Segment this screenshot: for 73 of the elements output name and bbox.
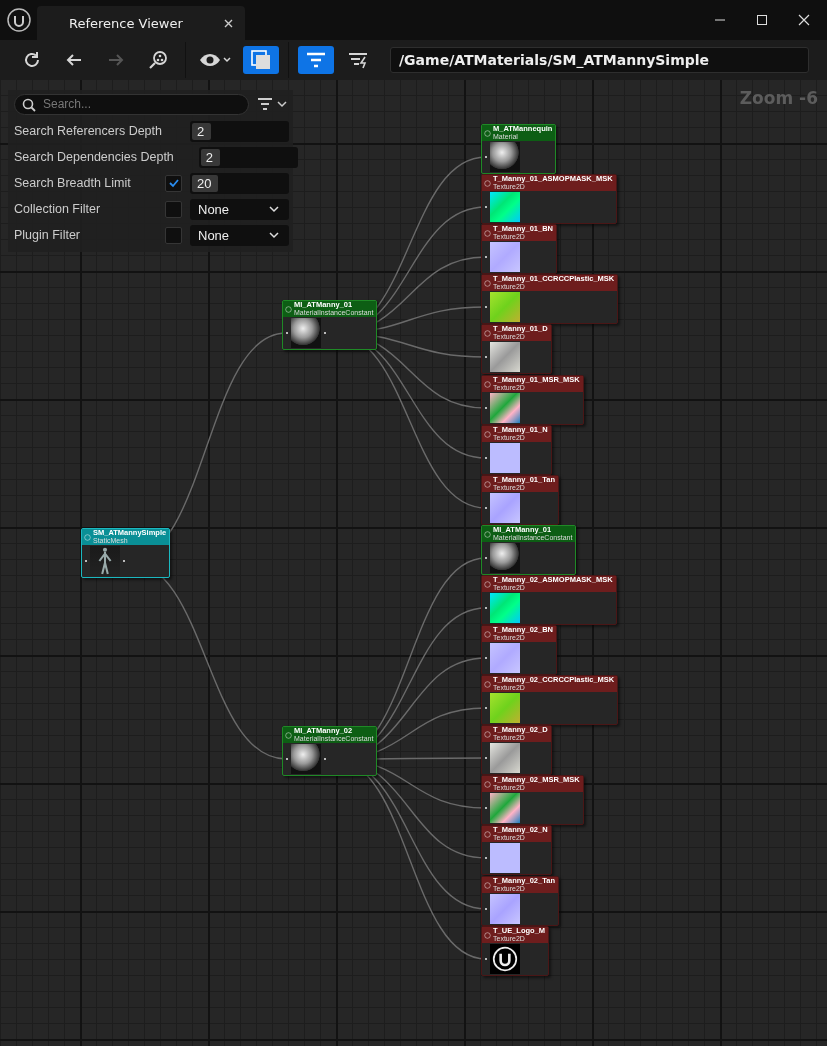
asset-type-icon (484, 329, 491, 337)
filter-icon[interactable] (257, 97, 289, 111)
asset-type-icon (285, 731, 292, 739)
texture-thumbnail (490, 443, 520, 473)
path-field[interactable]: /Game/ATMaterials/SM_ATMannySimple (390, 47, 809, 73)
filter-icon (305, 51, 327, 69)
texture-thumbnail (490, 242, 520, 272)
asset-type-icon (484, 480, 491, 488)
dropdown[interactable]: None (190, 198, 289, 220)
asset-type-icon (484, 430, 491, 438)
asset-type-icon (484, 179, 491, 187)
texture-thumbnail (490, 342, 520, 372)
texture-thumbnail (490, 192, 520, 222)
asset-type-icon (84, 533, 91, 541)
texture-thumbnail (490, 493, 520, 523)
asset-type-icon (484, 931, 491, 939)
asset-type-icon (285, 305, 292, 313)
dropdown[interactable]: None (190, 224, 289, 246)
search-field[interactable]: Search... (14, 93, 249, 115)
texture-thumbnail (490, 643, 520, 673)
number-field[interactable]: 2 (190, 120, 289, 142)
maximize-icon[interactable] (756, 14, 768, 26)
texture-thumbnail (490, 894, 520, 924)
window-tab[interactable]: Reference Viewer (37, 6, 245, 40)
window-title: Reference Viewer (69, 15, 183, 31)
close-icon[interactable] (798, 14, 810, 26)
zoom-level-label: Zoom -6 (739, 88, 818, 108)
filter-lightning-icon (347, 51, 369, 69)
checkbox[interactable] (165, 200, 182, 218)
asset-type-icon (484, 129, 491, 137)
material-sphere-thumbnail (490, 142, 520, 172)
setting-label: Search Referencers Depth (14, 123, 163, 139)
texture-thumbnail (490, 743, 520, 773)
texture-thumbnail (490, 793, 520, 823)
caret-icon (269, 205, 279, 213)
texture-thumbnail (490, 393, 520, 423)
asset-type-icon (484, 780, 491, 788)
asset-type-icon (484, 630, 491, 638)
figure-icon (98, 547, 112, 575)
texture-thumbnail (490, 693, 520, 723)
texture-thumbnail (490, 593, 520, 623)
setting-label: Search Dependencies Depth (14, 149, 174, 165)
duplicate-icon (250, 49, 272, 71)
asset-type-icon (484, 380, 491, 388)
material-sphere-thumbnail (490, 543, 520, 573)
duplicate-button[interactable] (243, 46, 279, 74)
refresh-icon (23, 51, 41, 69)
material-sphere-thumbnail (291, 318, 321, 348)
setting-label: Plugin Filter (14, 227, 81, 243)
number-field[interactable]: 20 (190, 172, 289, 194)
asset-type-icon (484, 680, 491, 688)
logo-icon (7, 8, 31, 32)
material-sphere-thumbnail (291, 744, 321, 774)
setting-label: Collection Filter (14, 201, 102, 217)
checkbox[interactable] (165, 226, 182, 244)
asset-type-icon (484, 530, 491, 538)
close-icon[interactable] (224, 18, 233, 28)
asset-type-icon (484, 580, 491, 588)
asset-type-icon (484, 279, 491, 287)
asset-type-icon (484, 830, 491, 838)
eye-icon (199, 51, 233, 69)
checkmark-icon (167, 177, 180, 189)
caret-icon (269, 231, 279, 239)
filter-button[interactable] (298, 46, 334, 74)
texture-thumbnail (490, 292, 520, 322)
setting-label: Search Breadth Limit (14, 175, 132, 191)
asset-type-icon (484, 730, 491, 738)
texture-thumbnail (490, 843, 520, 873)
asset-type-icon (484, 229, 491, 237)
checkbox[interactable] (165, 174, 182, 192)
asset-type-icon (484, 881, 491, 889)
magnifier-icon (148, 50, 168, 70)
number-field[interactable]: 2 (198, 146, 298, 168)
